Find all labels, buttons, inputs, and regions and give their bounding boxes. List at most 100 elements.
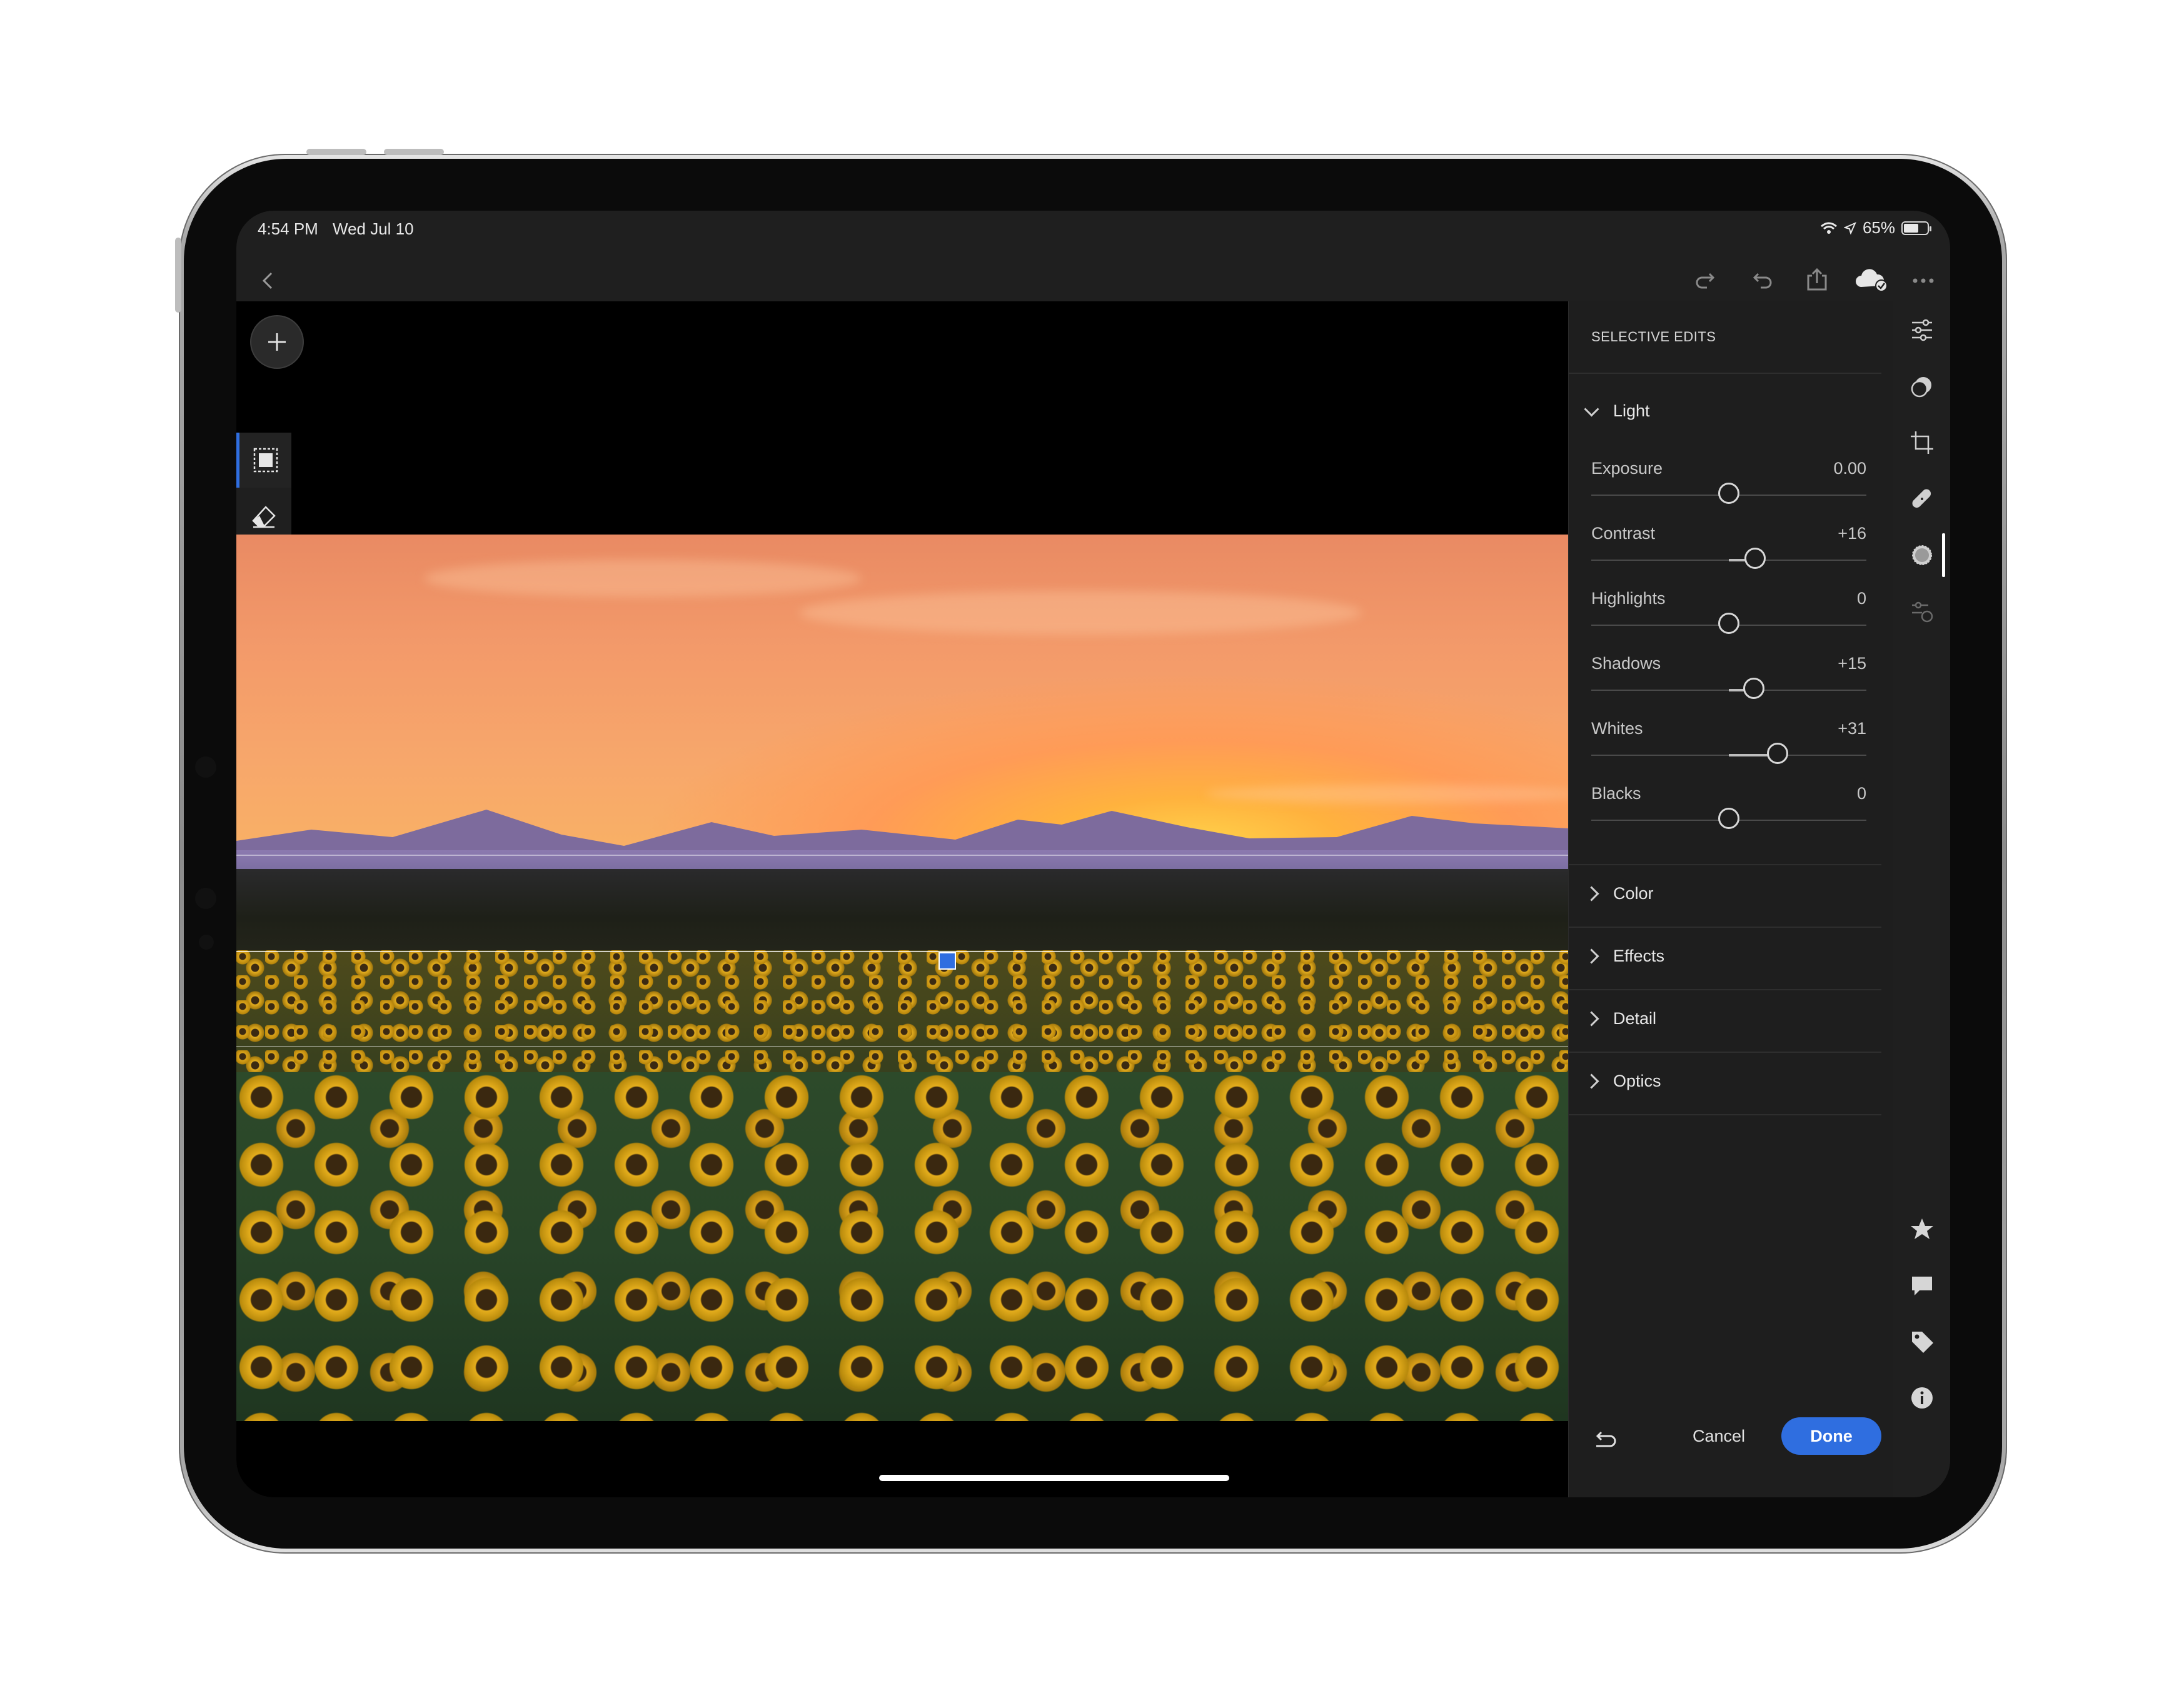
slider-knob[interactable] xyxy=(1718,613,1739,634)
comment-icon xyxy=(1911,1277,1932,1295)
contrast-value[interactable]: +16 xyxy=(1838,524,1866,543)
photo-canvas[interactable] xyxy=(236,301,1568,1497)
status-date: Wed Jul 10 xyxy=(333,219,414,238)
whites-value[interactable]: +31 xyxy=(1838,719,1866,738)
whites-label: Whites xyxy=(1591,719,1643,738)
back-button[interactable] xyxy=(249,262,286,299)
section-optics-header[interactable]: Optics xyxy=(1584,1072,1661,1091)
app-screen: 4:54 PM Wed Jul 10 65% SELECTIVE EDITS L… xyxy=(236,211,1950,1497)
home-indicator[interactable] xyxy=(879,1475,1229,1481)
selection-tool[interactable] xyxy=(236,433,291,488)
exposure-value[interactable]: 0.00 xyxy=(1833,459,1866,478)
whites-slider[interactable]: Whites +31 xyxy=(1591,719,1866,781)
info-button[interactable] xyxy=(1893,1373,1950,1423)
versions-button[interactable] xyxy=(1893,586,1950,636)
selection-icon xyxy=(253,448,278,473)
crop-button[interactable] xyxy=(1893,418,1950,468)
redo-button[interactable] xyxy=(1687,262,1724,299)
selective-edits-panel: SELECTIVE EDITS Light Exposure 0.00 Cont… xyxy=(1568,301,1894,1497)
tag-button[interactable] xyxy=(1893,1317,1950,1367)
highlights-value[interactable]: 0 xyxy=(1857,589,1866,608)
undo-icon xyxy=(1753,273,1772,289)
rate-button[interactable] xyxy=(1893,1204,1950,1254)
blacks-label: Blacks xyxy=(1591,784,1641,803)
section-light-label: Light xyxy=(1613,401,1650,420)
divider xyxy=(1569,1052,1881,1053)
redo-icon xyxy=(1696,273,1715,289)
slider-knob[interactable] xyxy=(1718,808,1739,829)
chevron-left-icon xyxy=(262,272,273,289)
exposure-slider[interactable]: Exposure 0.00 xyxy=(1591,459,1866,521)
cancel-button[interactable]: Cancel xyxy=(1669,1417,1769,1455)
divider xyxy=(1569,373,1881,374)
section-color-label: Color xyxy=(1613,884,1654,903)
comment-button[interactable] xyxy=(1893,1260,1950,1310)
slider-fill xyxy=(1729,754,1771,756)
gradient-center-line xyxy=(236,951,1568,952)
highlights-slider[interactable]: Highlights 0 xyxy=(1591,589,1866,651)
cloud-streak xyxy=(799,591,1362,635)
slider-knob[interactable] xyxy=(1718,483,1739,504)
crop-icon xyxy=(1910,431,1933,454)
share-icon xyxy=(1807,268,1827,291)
cloud-streak xyxy=(424,560,862,597)
cloud-synced-icon xyxy=(1856,269,1888,292)
versions-icon xyxy=(1911,601,1933,623)
highlights-label: Highlights xyxy=(1591,589,1666,608)
section-optics-label: Optics xyxy=(1613,1072,1661,1090)
tag-icon xyxy=(1911,1332,1933,1353)
reset-button[interactable] xyxy=(1593,1430,1618,1450)
section-effects-header[interactable]: Effects xyxy=(1584,947,1664,966)
edit-button[interactable] xyxy=(1893,305,1950,355)
chevron-down-icon xyxy=(1584,401,1599,417)
gradient-outer-line-bottom xyxy=(236,1046,1568,1047)
section-light-header[interactable]: Light xyxy=(1584,401,1650,421)
done-button[interactable]: Done xyxy=(1781,1417,1881,1455)
edit-tools-rail xyxy=(1893,301,1950,1497)
chevron-right-icon xyxy=(1584,1073,1599,1089)
share-button[interactable] xyxy=(1798,261,1836,298)
more-icon xyxy=(1913,278,1934,283)
status-right: 65% xyxy=(1820,218,1931,238)
volume-up-button xyxy=(306,149,366,155)
panel-title: SELECTIVE EDITS xyxy=(1591,329,1716,344)
divider xyxy=(1569,989,1881,990)
shadows-slider[interactable]: Shadows +15 xyxy=(1591,654,1866,716)
add-mask-button[interactable] xyxy=(250,315,304,369)
contrast-slider[interactable]: Contrast +16 xyxy=(1591,524,1866,586)
divider xyxy=(1569,927,1881,928)
profiles-icon xyxy=(1911,377,1931,398)
sensor-dot xyxy=(199,935,214,950)
section-detail-header[interactable]: Detail xyxy=(1584,1009,1656,1028)
blacks-value[interactable]: 0 xyxy=(1857,784,1866,803)
battery-fill xyxy=(1904,223,1918,233)
reset-icon xyxy=(1596,1431,1616,1447)
cloud-sync-button[interactable] xyxy=(1849,261,1893,298)
power-button xyxy=(175,238,181,313)
slider-knob[interactable] xyxy=(1767,743,1788,764)
profiles-button[interactable] xyxy=(1893,361,1950,411)
sunflower-field-near xyxy=(236,1072,1568,1421)
slider-knob[interactable] xyxy=(1743,678,1764,699)
more-button[interactable] xyxy=(1905,262,1942,299)
tree-line xyxy=(236,869,1568,950)
location-icon xyxy=(1843,221,1856,234)
shadows-value[interactable]: +15 xyxy=(1838,654,1866,673)
healing-icon xyxy=(1912,489,1931,508)
healing-button[interactable] xyxy=(1893,474,1950,524)
exposure-label: Exposure xyxy=(1591,459,1663,478)
section-color-header[interactable]: Color xyxy=(1584,884,1654,903)
undo-button[interactable] xyxy=(1743,262,1781,299)
chevron-right-icon xyxy=(1584,948,1599,964)
volume-down-button xyxy=(384,149,444,155)
contrast-label: Contrast xyxy=(1591,524,1656,543)
camera-dot xyxy=(195,888,216,909)
star-icon xyxy=(1910,1218,1933,1239)
gradient-outer-line-top xyxy=(236,855,1568,856)
battery-percent: 65% xyxy=(1862,218,1895,237)
status-bar: 4:54 PM Wed Jul 10 65% xyxy=(236,211,1950,248)
gradient-center-handle[interactable] xyxy=(939,952,956,970)
slider-knob[interactable] xyxy=(1744,548,1766,569)
camera-dot xyxy=(195,756,216,778)
blacks-slider[interactable]: Blacks 0 xyxy=(1591,784,1866,846)
